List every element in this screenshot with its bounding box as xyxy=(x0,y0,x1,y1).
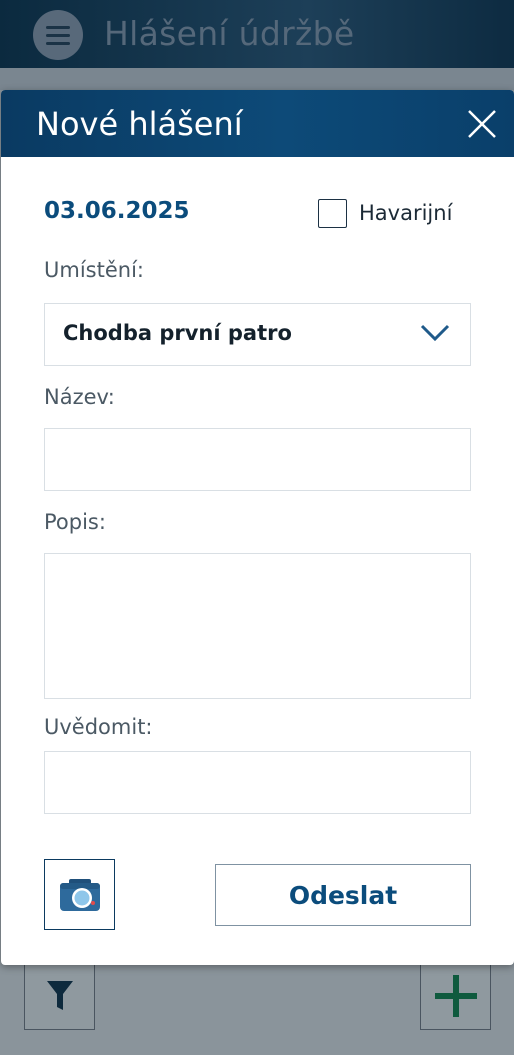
location-label: Umístění: xyxy=(44,258,144,282)
app-header: Hlášení údržbě xyxy=(0,0,514,68)
hamburger-icon xyxy=(46,25,70,29)
camera-icon xyxy=(59,878,100,911)
emergency-checkbox-row[interactable]: Havarijní xyxy=(318,198,452,228)
emergency-label: Havarijní xyxy=(359,201,453,225)
report-date: 03.06.2025 xyxy=(44,198,190,224)
description-textarea[interactable] xyxy=(44,553,471,699)
notify-label: Uvědomit: xyxy=(44,715,153,739)
location-select[interactable]: Chodba první patro xyxy=(44,303,471,366)
location-value: Chodba první patro xyxy=(63,321,292,345)
close-button[interactable] xyxy=(464,106,500,142)
plus-icon xyxy=(434,975,477,1017)
description-label: Popis: xyxy=(44,510,106,534)
submit-button[interactable]: Odeslat xyxy=(215,864,471,926)
menu-button[interactable] xyxy=(33,10,83,60)
add-button[interactable] xyxy=(420,962,491,1030)
emergency-checkbox[interactable] xyxy=(318,198,347,228)
notify-input[interactable] xyxy=(44,751,471,814)
close-icon xyxy=(468,110,496,138)
app-background xyxy=(0,68,514,90)
dialog-title: Nové hlášení xyxy=(36,105,243,143)
chevron-down-icon xyxy=(420,324,450,342)
filter-icon xyxy=(46,981,73,1010)
filter-button[interactable] xyxy=(24,962,95,1030)
dialog-header: Nové hlášení xyxy=(1,90,514,157)
camera-button[interactable] xyxy=(44,859,115,930)
name-input[interactable] xyxy=(44,428,471,491)
app-title: Hlášení údržbě xyxy=(104,14,355,53)
name-label: Název: xyxy=(44,385,115,409)
new-report-dialog: Nové hlášení 03.06.2025 Havarijní Umístě… xyxy=(1,90,514,965)
